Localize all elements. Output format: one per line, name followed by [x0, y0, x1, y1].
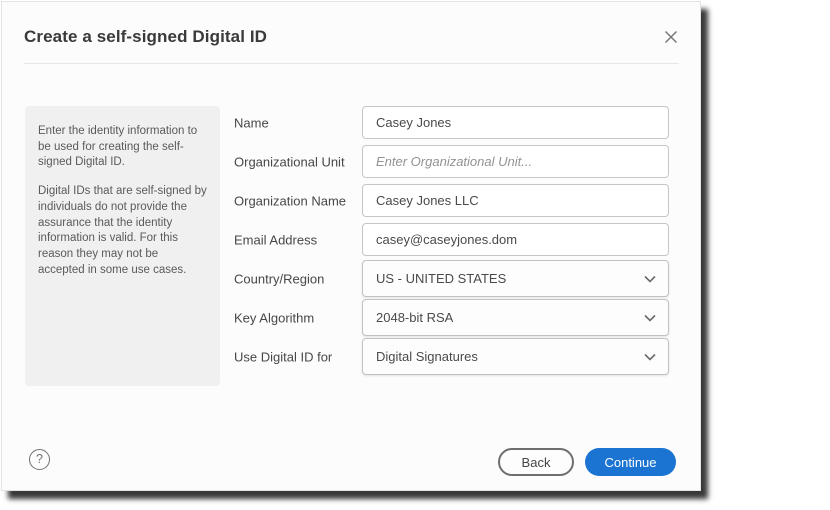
form-row-name: Name [2, 106, 702, 139]
close-icon [664, 30, 678, 44]
email-address-input[interactable] [362, 223, 669, 256]
form-row-key-algorithm: Key Algorithm 2048-bit RSA [2, 299, 702, 336]
use-digital-id-for-label: Use Digital ID for [234, 349, 332, 364]
chevron-down-icon [644, 275, 656, 283]
organizational-unit-label: Organizational Unit [234, 154, 345, 169]
create-digital-id-dialog: Create a self-signed Digital ID Enter th… [1, 1, 701, 491]
form-row-country-region: Country/Region US - UNITED STATES [2, 260, 702, 297]
form-row-use-digital-id-for: Use Digital ID for Digital Signatures [2, 338, 702, 375]
form-row-organizational-unit: Organizational Unit [2, 145, 702, 178]
help-icon: ? [36, 452, 43, 466]
use-digital-id-for-value: Digital Signatures [376, 349, 478, 364]
title-divider [24, 63, 679, 64]
continue-button[interactable]: Continue [585, 448, 676, 476]
use-digital-id-for-select[interactable]: Digital Signatures [362, 338, 669, 375]
name-input[interactable] [362, 106, 669, 139]
key-algorithm-label: Key Algorithm [234, 310, 314, 325]
country-region-label: Country/Region [234, 271, 324, 286]
organizational-unit-input[interactable] [362, 145, 669, 178]
name-label: Name [234, 115, 269, 130]
key-algorithm-value: 2048-bit RSA [376, 310, 453, 325]
organization-name-input[interactable] [362, 184, 669, 217]
key-algorithm-select[interactable]: 2048-bit RSA [362, 299, 669, 336]
email-address-label: Email Address [234, 232, 317, 247]
chevron-down-icon [644, 314, 656, 322]
help-button[interactable]: ? [29, 449, 50, 470]
country-region-value: US - UNITED STATES [376, 271, 506, 286]
back-button[interactable]: Back [498, 448, 574, 476]
organization-name-label: Organization Name [234, 193, 346, 208]
close-button[interactable] [658, 24, 684, 50]
screen: Create a self-signed Digital ID Enter th… [0, 0, 830, 510]
dialog-title: Create a self-signed Digital ID [24, 27, 267, 47]
country-region-select[interactable]: US - UNITED STATES [362, 260, 669, 297]
form-row-email-address: Email Address [2, 223, 702, 256]
chevron-down-icon [644, 353, 656, 361]
form-row-organization-name: Organization Name [2, 184, 702, 217]
